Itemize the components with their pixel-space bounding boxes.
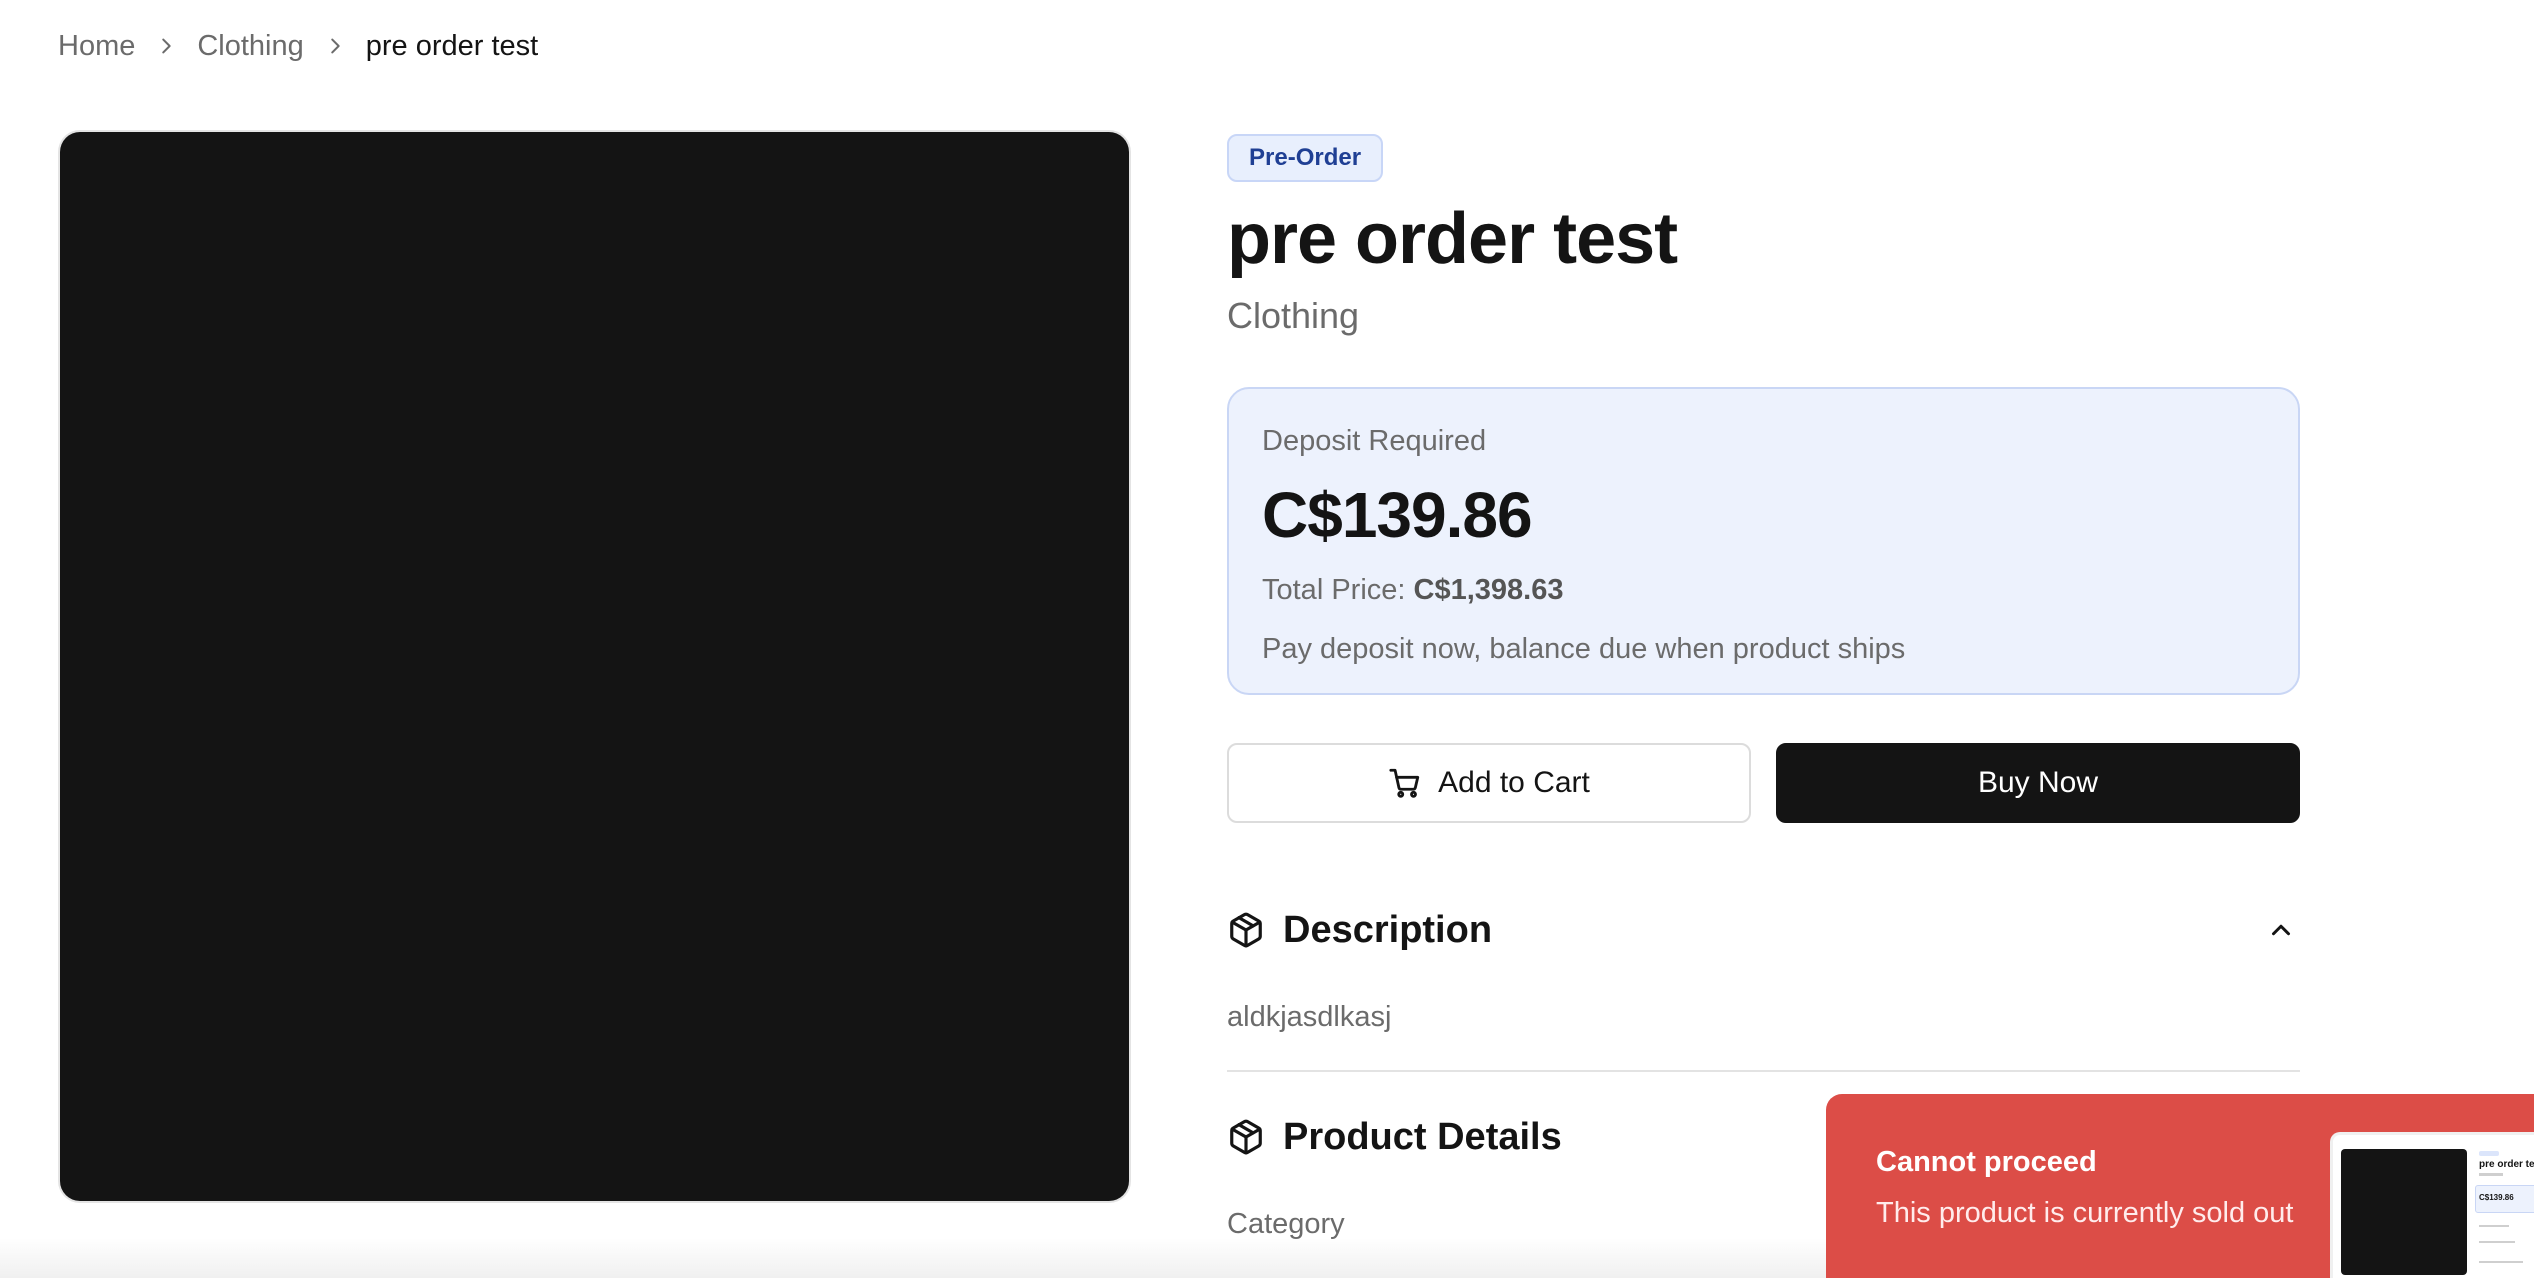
- product-details-heading: Product Details: [1227, 1116, 1562, 1159]
- product-category: Clothing: [1227, 295, 1360, 337]
- add-to-cart-label: Add to Cart: [1438, 766, 1590, 800]
- deposit-amount: C$139.86: [1262, 479, 1533, 552]
- chevron-right-icon: [135, 35, 197, 57]
- thumbnail-line: [2479, 1261, 2523, 1263]
- product-page: Home Clothing pre order test Pre-Order p…: [0, 0, 2534, 1278]
- description-heading: Description: [1227, 909, 1492, 952]
- cart-icon: [1389, 769, 1420, 798]
- breadcrumb-current: pre order test: [365, 29, 539, 62]
- thumbnail-product-image: [2341, 1149, 2467, 1275]
- deposit-label: Deposit Required: [1262, 425, 1487, 458]
- product-image[interactable]: [60, 132, 1129, 1201]
- thumbnail-subtitle: [2479, 1173, 2503, 1176]
- page-preview-thumbnail[interactable]: pre order test C$139.86: [2330, 1132, 2534, 1278]
- total-price-line: Total Price: C$1,398.63: [1262, 574, 2265, 607]
- thumbnail-badge: [2479, 1151, 2499, 1156]
- total-price-label: Total Price:: [1262, 574, 1406, 607]
- buy-now-button[interactable]: Buy Now: [1776, 743, 2300, 824]
- breadcrumb-home-link[interactable]: Home: [58, 30, 135, 63]
- thumbnail-title: pre order test: [2479, 1159, 2534, 1170]
- package-icon: [1230, 1119, 1262, 1155]
- deposit-price-box: Deposit Required C$139.86 Total Price: C…: [1227, 387, 2300, 696]
- action-buttons: Add to Cart Buy Now: [1227, 743, 2300, 824]
- pre-order-badge: Pre-Order: [1227, 134, 1384, 182]
- product-title: pre order test: [1227, 199, 1678, 279]
- add-to-cart-button[interactable]: Add to Cart: [1227, 743, 1751, 824]
- product-info: Pre-Order pre order test Clothing Deposi…: [1227, 134, 2300, 1241]
- product-details-title: Product Details: [1283, 1115, 1562, 1158]
- deposit-note: Pay deposit now, balance due when produc…: [1262, 633, 1906, 666]
- thumbnail-line: [2479, 1225, 2509, 1227]
- breadcrumb: Home Clothing pre order test: [58, 26, 538, 66]
- thumbnail-price: C$139.86: [2479, 1193, 2514, 1202]
- breadcrumb-clothing-link[interactable]: Clothing: [197, 30, 303, 63]
- section-divider: [1227, 1070, 2300, 1073]
- description-title: Description: [1283, 908, 1493, 951]
- chevron-up-icon[interactable]: [2266, 915, 2296, 945]
- description-section-toggle[interactable]: Description: [1227, 905, 2300, 955]
- chevron-right-icon: [304, 35, 366, 57]
- description-text: aldkjasdlkasj: [1227, 1001, 1392, 1034]
- total-price-amount: C$1,398.63: [1413, 574, 1564, 607]
- thumbnail-line: [2479, 1241, 2515, 1243]
- package-icon: [1230, 912, 1262, 948]
